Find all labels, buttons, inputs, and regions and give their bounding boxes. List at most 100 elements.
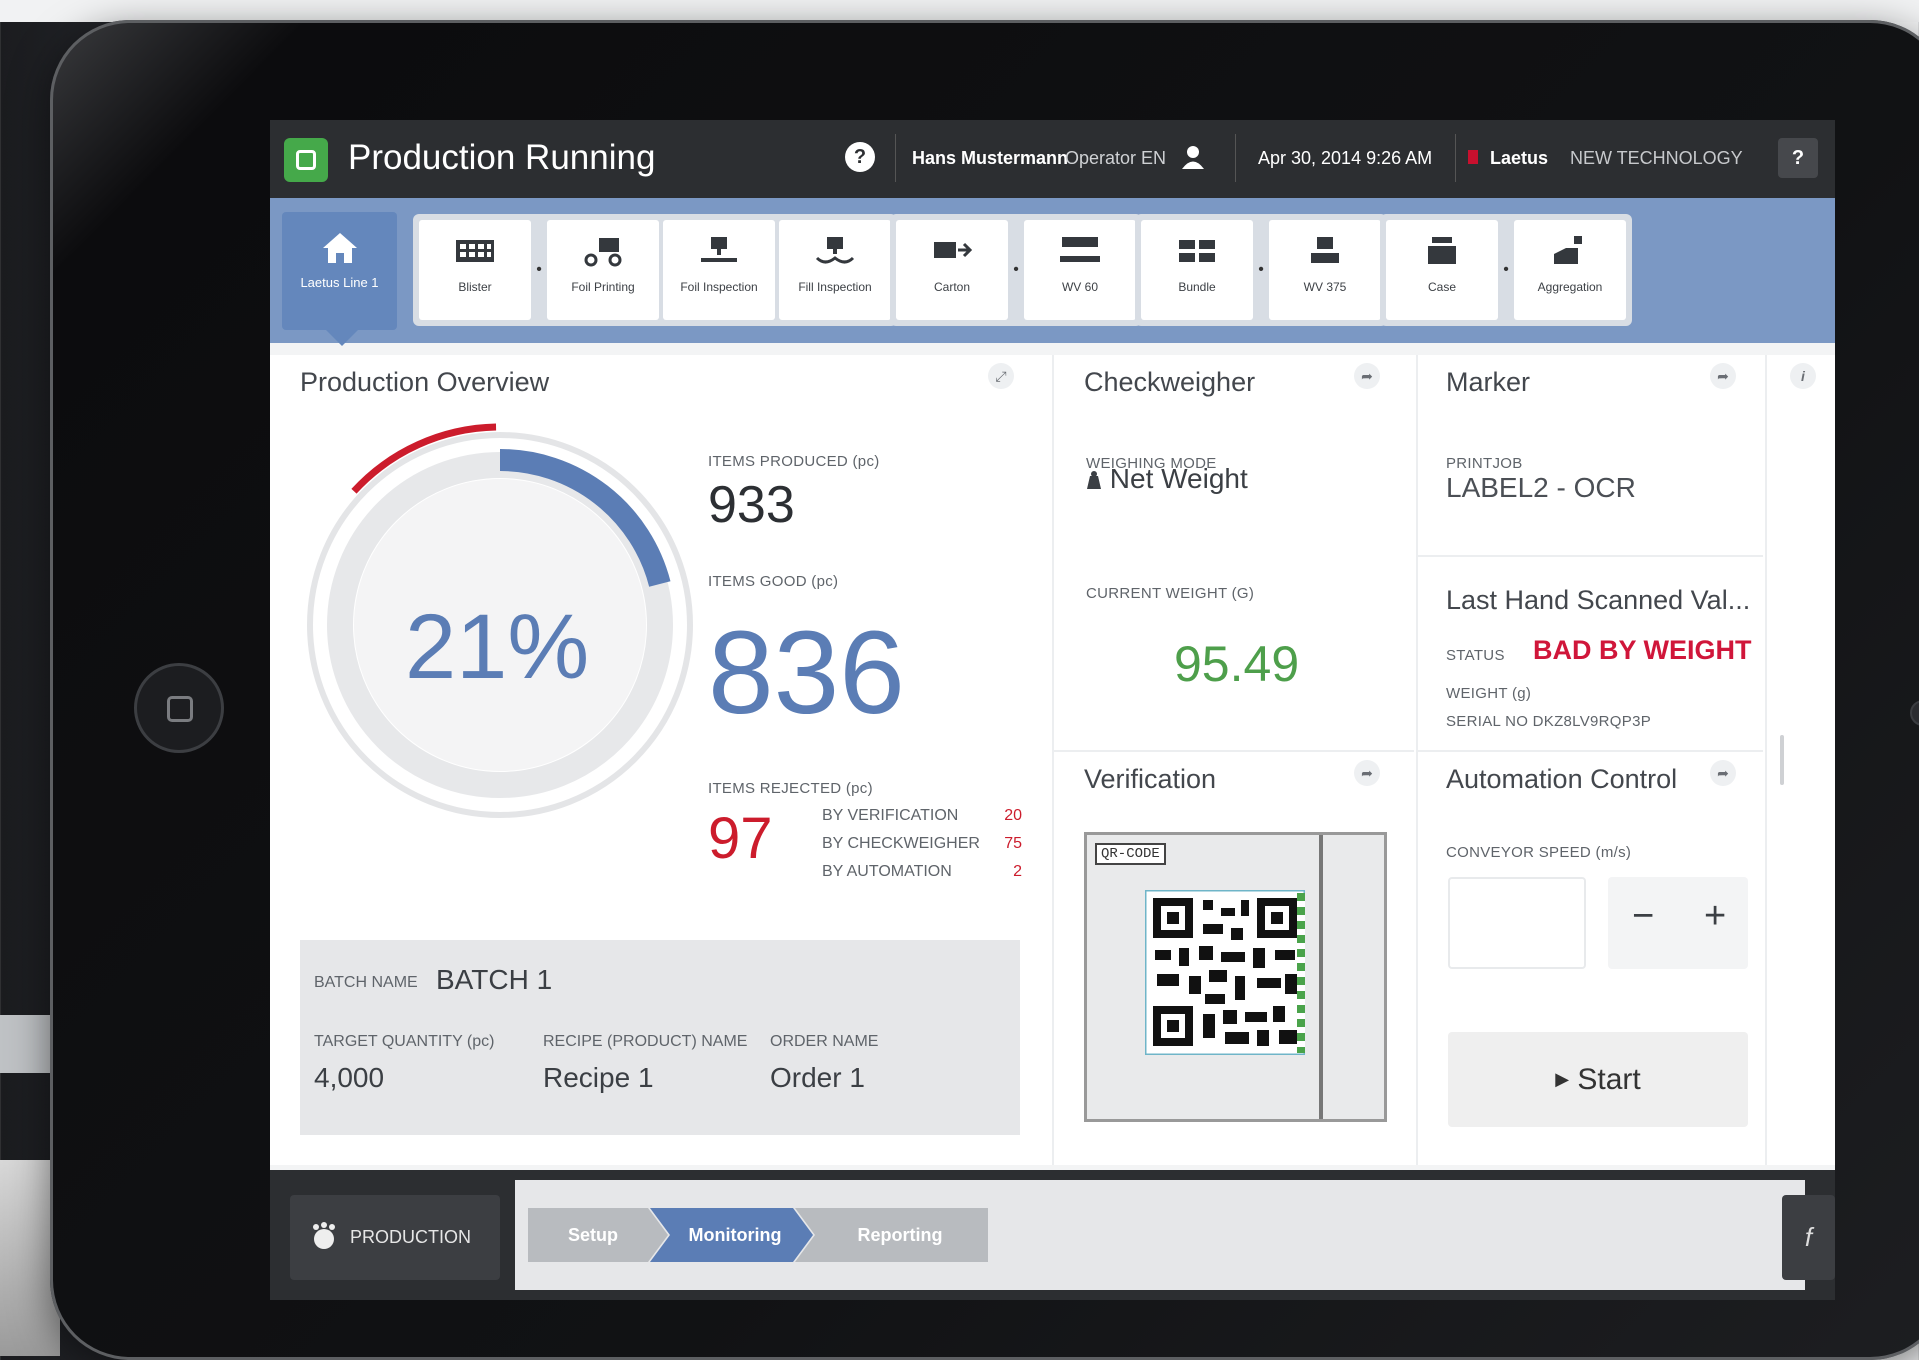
tablet-home-button[interactable]: [134, 663, 224, 753]
app-logo-icon: [284, 138, 328, 182]
card-title: Checkweigher: [1084, 367, 1256, 397]
current-weight-label: CURRENT WEIGHT (G): [1086, 585, 1255, 602]
info-icon[interactable]: i: [1790, 363, 1816, 389]
pin-icon[interactable]: ➦: [1710, 760, 1736, 786]
station-label: Foil Printing: [571, 280, 635, 294]
dashboard-content: Production Overview ⤢ 21% ITEMS PRODUCED…: [270, 355, 1835, 1165]
station-foil-inspection[interactable]: Foil Inspection: [663, 220, 775, 320]
order-label: ORDER NAME: [770, 1033, 879, 1050]
weight-icon: [1087, 471, 1101, 489]
station-carton[interactable]: Carton: [896, 220, 1008, 320]
production-icon: [313, 1222, 335, 1249]
page-title: Production Running: [348, 138, 656, 177]
tablet-frame: Production Running ? Hans Mustermann Ope…: [50, 20, 1919, 1360]
qr-code-image: [1145, 890, 1305, 1055]
conveyor-speed-input[interactable]: [1448, 877, 1586, 969]
weigher-icon: [1060, 237, 1100, 262]
pin-icon[interactable]: ➦: [1354, 760, 1380, 786]
step-reporting[interactable]: Reporting: [815, 1210, 985, 1260]
station-wv60[interactable]: WV 60: [1024, 220, 1136, 320]
play-icon: ▶: [1555, 1069, 1570, 1089]
printjob-value: LABEL2 - OCR: [1446, 472, 1636, 503]
batch-name: BATCH 1: [436, 964, 553, 995]
divider: [1418, 555, 1763, 557]
datetime: Apr 30, 2014 9:26 AM: [1258, 148, 1433, 168]
recipe-name: Recipe 1: [543, 1062, 654, 1093]
station-wv375[interactable]: WV 375: [1269, 220, 1381, 320]
green-ruler: [1297, 893, 1305, 1053]
items-rejected-value: 97: [708, 806, 773, 871]
recipe-label: RECIPE (PRODUCT) NAME: [543, 1033, 748, 1050]
aggregation-icon: [1554, 236, 1582, 264]
brand-name: Laetus: [1490, 148, 1549, 168]
decrease-button[interactable]: −: [1632, 895, 1654, 938]
last-scan-title: Last Hand Scanned Val...: [1446, 585, 1751, 615]
brand-mark-icon: [1468, 150, 1478, 164]
card-title: Automation Control: [1446, 764, 1678, 794]
help-button[interactable]: ?: [1778, 138, 1818, 178]
fill-inspection-icon: [815, 237, 855, 264]
station-label: Aggregation: [1537, 280, 1603, 294]
automation-control-card: Automation Control ➦ CONVEYOR SPEED (m/s…: [1418, 752, 1763, 1165]
progress-percent: 21%: [405, 596, 590, 698]
user-icon[interactable]: [1178, 142, 1208, 172]
production-label: PRODUCTION: [350, 1227, 471, 1247]
bundle-icon: [1179, 240, 1215, 262]
foil-printing-icon: [584, 238, 622, 267]
station-bundle[interactable]: Bundle: [1141, 220, 1253, 320]
card-title: Production Overview: [300, 367, 550, 397]
camera-guide-line: [1319, 835, 1323, 1119]
expand-icon[interactable]: ⤢: [988, 363, 1014, 389]
marker-card: Marker ➦ PRINTJOB LABEL2 - OCR Last Hand…: [1418, 355, 1763, 730]
case-icon: [1428, 237, 1456, 264]
verification-camera-image: QR-CODE: [1084, 832, 1387, 1122]
station-group-blister: Blister • Foil Printing Foil Inspection …: [413, 214, 897, 326]
items-good-label: ITEMS GOOD (pc): [708, 573, 839, 590]
station-label: WV 375: [1303, 280, 1347, 294]
start-button[interactable]: ▶ Start: [1448, 1032, 1748, 1127]
user-role: Operator EN: [1065, 148, 1167, 168]
background-strip: [0, 0, 1919, 22]
station-label: Bundle: [1178, 280, 1216, 294]
brand-tagline: NEW TECHNOLOGY: [1570, 148, 1743, 168]
pin-icon[interactable]: ➦: [1710, 363, 1736, 389]
step-monitoring[interactable]: Monitoring: [660, 1210, 810, 1260]
divider: [1235, 134, 1236, 182]
verification-card: Verification ➦ QR-CODE: [1054, 752, 1414, 1165]
station-label: Foil Inspection: [680, 280, 758, 294]
conveyor-speed-label: CONVEYOR SPEED (m/s): [1446, 844, 1632, 861]
station-aggregation[interactable]: Aggregation: [1514, 220, 1626, 320]
station-fill-inspection[interactable]: Fill Inspection: [779, 220, 891, 320]
station-group-carton: Carton • WV 60: [890, 214, 1142, 326]
items-produced-value: 933: [708, 476, 795, 534]
station-group-case: Case • Aggregation: [1380, 214, 1632, 326]
target-qty: 4,000: [314, 1062, 385, 1093]
current-weight-value: 95.49: [1174, 636, 1300, 692]
station-case[interactable]: Case: [1386, 220, 1498, 320]
pin-icon[interactable]: ➦: [1354, 363, 1380, 389]
station-blister[interactable]: Blister: [419, 220, 531, 320]
step-setup[interactable]: Setup: [528, 1210, 658, 1260]
active-tab-pointer: [326, 330, 358, 346]
checkweigher-card: Checkweigher ➦ WEIGHING MODE Net Weight …: [1054, 355, 1414, 750]
app-screen: Production Running ? Hans Mustermann Ope…: [270, 120, 1835, 1300]
weighing-mode-value: Net Weight: [1086, 463, 1248, 495]
station-label: WV 60: [1061, 280, 1098, 294]
reject-row: BY AUTOMATION 2: [822, 863, 1022, 880]
station-foil-printing[interactable]: Foil Printing: [547, 220, 659, 320]
increase-button[interactable]: +: [1704, 895, 1726, 938]
reject-row: BY VERIFICATION 20: [822, 807, 1022, 824]
home-icon: [322, 233, 357, 263]
production-tab[interactable]: PRODUCTION: [290, 1195, 500, 1280]
function-tab[interactable]: f: [1782, 1195, 1835, 1280]
divider: [1765, 355, 1767, 1165]
nav-home-tab[interactable]: Laetus Line 1: [282, 212, 397, 330]
info-icon[interactable]: ?: [845, 142, 875, 172]
scrollbar-thumb[interactable]: [1780, 735, 1784, 785]
items-rejected-label: ITEMS REJECTED (pc): [708, 780, 873, 797]
serial-row: SERIAL NO DKZ8LV9RQP3P: [1446, 713, 1652, 730]
tablet-camera: [1910, 700, 1919, 726]
station-nav: Laetus Line 1 Blister • Foil Printing Fo…: [270, 198, 1835, 346]
user-name: Hans Mustermann: [912, 148, 1069, 168]
batch-name-label: BATCH NAME: [314, 974, 418, 991]
